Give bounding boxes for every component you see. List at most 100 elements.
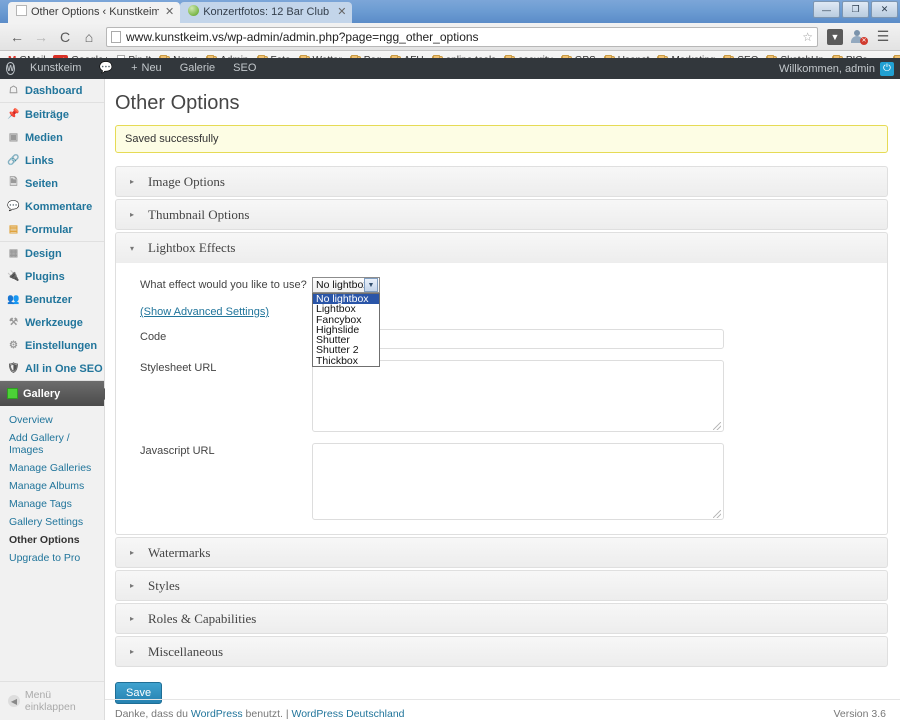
sidebar-subitem-manage-albums[interactable]: Manage Albums bbox=[0, 477, 104, 495]
sidebar-item-label: Einstellungen bbox=[25, 339, 98, 352]
resize-grip-icon[interactable] bbox=[713, 422, 721, 430]
section-thumbnail-options: ▸ Thumbnail Options bbox=[115, 199, 888, 230]
section-label: Image Options bbox=[148, 173, 225, 189]
adminbar-account-area[interactable]: Willkommen, admin ⏻ bbox=[779, 61, 900, 76]
shield-extension-icon[interactable]: ▼ bbox=[824, 26, 846, 48]
section-header-thumbnail-options[interactable]: ▸ Thumbnail Options bbox=[115, 199, 888, 230]
pin-icon: 📌 bbox=[7, 109, 20, 120]
section-header-miscellaneous[interactable]: ▸ Miscellaneous bbox=[115, 636, 888, 667]
sidebar-subitem-manage-tags[interactable]: Manage Tags bbox=[0, 495, 104, 513]
forward-icon[interactable]: → bbox=[30, 26, 52, 48]
address-bar[interactable]: www.kunstkeim.vs/wp-admin/admin.php?page… bbox=[106, 26, 818, 47]
sidebar-item-all-in-one-seo[interactable]: 🛡 All in One SEO bbox=[0, 357, 104, 380]
maximize-button[interactable]: ❐ bbox=[842, 1, 869, 18]
adminbar-seo[interactable]: SEO bbox=[224, 58, 265, 79]
adminbar-new-label: Neu bbox=[141, 62, 162, 74]
sidebar-item-beitraege[interactable]: 📌 Beiträge bbox=[0, 103, 104, 126]
bookmark-star-icon[interactable]: ☆ bbox=[802, 30, 813, 44]
sidebar-item-label: Benutzer bbox=[25, 293, 73, 306]
chevron-right-icon: ▸ bbox=[129, 581, 134, 590]
appearance-icon: ▦ bbox=[8, 248, 19, 259]
collapse-menu-button[interactable]: ◀ Menü einklappen bbox=[0, 681, 104, 720]
sidebar-item-kommentare[interactable]: 💬 Kommentare bbox=[0, 195, 104, 218]
effect-select-value: No lightbox bbox=[316, 279, 364, 291]
page-title: Other Options bbox=[115, 92, 240, 114]
section-header-image-options[interactable]: ▸ Image Options bbox=[115, 166, 888, 197]
minimize-button[interactable]: — bbox=[813, 1, 840, 18]
tools-icon: ⚒ bbox=[9, 317, 18, 328]
resize-grip-icon[interactable] bbox=[713, 510, 721, 518]
stylesheet-url-textarea[interactable] bbox=[312, 360, 724, 432]
close-window-button[interactable]: ✕ bbox=[871, 1, 898, 18]
wordpress-deutschland-link[interactable]: WordPress Deutschland bbox=[291, 708, 404, 720]
section-label: Roles & Capabilities bbox=[148, 610, 257, 626]
sidebar-item-einstellungen[interactable]: ⚙ Einstellungen bbox=[0, 334, 104, 357]
sidebar-item-label: Gallery bbox=[23, 387, 61, 400]
sidebar-item-plugins[interactable]: 🔌 Plugins bbox=[0, 265, 104, 288]
chevron-down-icon[interactable]: ▼ bbox=[364, 278, 378, 292]
sidebar-item-formular[interactable]: ▤ Formular bbox=[0, 218, 104, 241]
sidebar-item-dashboard[interactable]: ☖ Dashboard bbox=[0, 79, 104, 102]
power-icon[interactable]: ⏻ bbox=[880, 61, 894, 76]
sidebar-item-label: Kommentare bbox=[25, 200, 93, 213]
sidebar-item-label: Plugins bbox=[25, 270, 65, 283]
sidebar-item-label: Seiten bbox=[25, 177, 59, 190]
browser-menu-icon[interactable]: ☰ bbox=[872, 26, 894, 48]
field-javascript-url: Javascript URL bbox=[140, 443, 877, 520]
sidebar-item-seiten[interactable]: 🗎 Seiten bbox=[0, 172, 104, 195]
home-icon[interactable]: ⌂ bbox=[78, 26, 100, 48]
close-icon[interactable]: ✕ bbox=[165, 2, 174, 23]
option-thickbox[interactable]: Thickbox bbox=[313, 355, 379, 366]
effect-select-options[interactable]: No lightbox Lightbox Fancybox Highslide … bbox=[312, 293, 380, 368]
reload-icon[interactable]: C bbox=[54, 26, 76, 48]
sidebar-subitem-add-gallery-images[interactable]: Add Gallery / Images bbox=[0, 429, 104, 459]
comment-icon: 💬 bbox=[7, 201, 20, 212]
section-header-watermarks[interactable]: ▸ Watermarks bbox=[115, 537, 888, 568]
plus-icon: + bbox=[131, 62, 138, 74]
admin-sidebar: ☖ Dashboard 📌 Beiträge ▣ Medien 🔗 Links … bbox=[0, 79, 112, 720]
sidebar-item-medien[interactable]: ▣ Medien bbox=[0, 126, 104, 149]
sidebar-subitem-other-options[interactable]: Other Options bbox=[0, 531, 104, 549]
sidebar-item-design[interactable]: ▦ Design bbox=[0, 242, 104, 265]
adminbar-galerie[interactable]: Galerie bbox=[171, 58, 224, 79]
comment-bubble-icon[interactable]: 💬 bbox=[90, 58, 122, 79]
browser-tab-2[interactable]: Konzertfotos: 12 Bar Club Lo ✕ bbox=[180, 2, 353, 23]
admin-footer: Danke, dass du WordPress benutzt. | Word… bbox=[105, 699, 900, 720]
sidebar-item-links[interactable]: 🔗 Links bbox=[0, 149, 104, 172]
section-styles: ▸ Styles bbox=[115, 570, 888, 601]
avatar[interactable]: ✕ bbox=[848, 26, 870, 48]
sidebar-subitem-gallery-settings[interactable]: Gallery Settings bbox=[0, 513, 104, 531]
close-icon[interactable]: ✕ bbox=[337, 2, 346, 23]
admin-frame: ☖ Dashboard 📌 Beiträge ▣ Medien 🔗 Links … bbox=[0, 79, 900, 720]
javascript-url-textarea[interactable] bbox=[312, 443, 724, 520]
chevron-right-icon: ▸ bbox=[129, 614, 134, 623]
adminbar-site-name[interactable]: Kunstkeim bbox=[21, 58, 90, 79]
sidebar-subitem-manage-galleries[interactable]: Manage Galleries bbox=[0, 459, 104, 477]
adminbar-new-button[interactable]: + Neu bbox=[122, 58, 171, 79]
chevron-right-icon: ▸ bbox=[129, 177, 134, 186]
sidebar-item-gallery[interactable]: Gallery bbox=[0, 381, 112, 406]
footer-thanks-suffix: benutzt. | bbox=[242, 708, 292, 720]
back-icon[interactable]: ← bbox=[6, 26, 28, 48]
wordpress-link[interactable]: WordPress bbox=[191, 708, 243, 720]
sidebar-group-content: 📌 Beiträge ▣ Medien 🔗 Links 🗎 Seiten 💬 K… bbox=[0, 103, 104, 242]
browser-tab-1[interactable]: Other Options ‹ Kunstkeim — ✕ bbox=[8, 2, 181, 23]
wordpress-logo-icon[interactable]: W bbox=[0, 58, 21, 79]
sidebar-item-label: Medien bbox=[25, 131, 63, 144]
sidebar-item-werkzeuge[interactable]: ⚒ Werkzeuge bbox=[0, 311, 104, 334]
section-label: Watermarks bbox=[148, 544, 211, 560]
sidebar-subitem-overview[interactable]: Overview bbox=[0, 411, 104, 429]
sidebar-item-label: Dashboard bbox=[25, 84, 83, 97]
show-advanced-settings-link[interactable]: (Show Advanced Settings) bbox=[140, 306, 269, 318]
section-label: Thumbnail Options bbox=[148, 206, 250, 222]
sidebar-item-benutzer[interactable]: 👥 Benutzer bbox=[0, 288, 104, 311]
section-label: Styles bbox=[148, 577, 180, 593]
sidebar-subitem-upgrade-to-pro[interactable]: Upgrade to Pro bbox=[0, 549, 104, 567]
section-header-roles-capabilities[interactable]: ▸ Roles & Capabilities bbox=[115, 603, 888, 634]
advanced-settings-link-wrap[interactable]: (Show Advanced Settings) bbox=[140, 304, 312, 318]
field-advanced-link: (Show Advanced Settings) bbox=[140, 304, 877, 318]
section-header-lightbox-effects[interactable]: ▾ Lightbox Effects bbox=[115, 232, 888, 263]
browser-tab-2-title: Konzertfotos: 12 Bar Club Lo bbox=[203, 6, 332, 18]
section-header-styles[interactable]: ▸ Styles bbox=[115, 570, 888, 601]
effect-select[interactable]: No lightbox ▼ bbox=[312, 277, 380, 293]
